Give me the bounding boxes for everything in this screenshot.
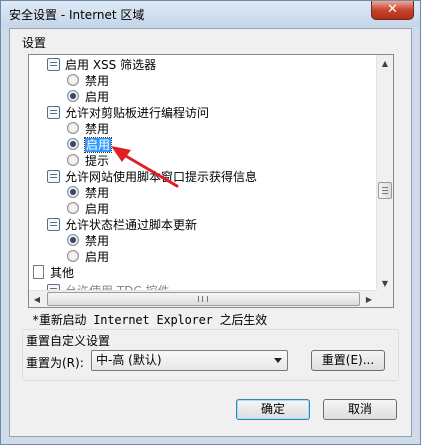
restart-note: *重新启动 Internet Explorer 之后生效: [32, 313, 267, 327]
document-icon: [33, 265, 44, 279]
section-label: 其他: [50, 266, 75, 280]
radio-button-selected-icon: [67, 138, 79, 150]
radio-label: 启用: [85, 90, 110, 104]
radio-button-icon: [67, 122, 79, 134]
section-other: 其他: [33, 265, 74, 281]
scroll-right-icon: ▶: [365, 295, 373, 304]
radio-button-icon: [67, 202, 79, 214]
setting-icon: [47, 58, 60, 71]
setting-label: 允许状态栏通过脚本更新: [65, 218, 198, 232]
vertical-scrollbar[interactable]: ▲ ▼: [376, 55, 393, 292]
setting-label: 允许对剪贴板进行编程访问: [65, 106, 210, 120]
settings-tree[interactable]: 启用 XSS 筛选器 禁用 启用 允许对剪贴板进行编程访问 禁用 启用 提示 允…: [28, 54, 394, 308]
radio-status-bar-disable[interactable]: 禁用: [67, 233, 109, 249]
radio-label: 启用: [85, 250, 110, 264]
scroll-down-icon: ▼: [381, 279, 389, 288]
security-level-dropdown[interactable]: 中-高 (默认): [91, 350, 288, 371]
setting-script-prompt: 允许网站使用脚本窗口提示获得信息: [47, 169, 257, 185]
setting-clipboard-access: 允许对剪贴板进行编程访问: [47, 105, 209, 121]
chevron-down-icon: [274, 358, 282, 363]
scroll-left-button[interactable]: ◀: [29, 291, 45, 307]
radio-xss-disable[interactable]: 禁用: [67, 73, 109, 89]
setting-icon: [47, 218, 60, 231]
setting-status-bar-script: 允许状态栏通过脚本更新: [47, 217, 197, 233]
dropdown-value: 中-高 (默认): [96, 353, 162, 367]
reset-button[interactable]: 重置(E)...: [311, 350, 385, 371]
radio-button-icon: [67, 250, 79, 262]
radio-script-prompt-disable[interactable]: 禁用: [67, 185, 109, 201]
scroll-right-button[interactable]: ▶: [361, 291, 377, 307]
scrollbar-corner: [376, 290, 393, 307]
window-title: 安全设置 - Internet 区域: [9, 8, 145, 22]
horizontal-scrollbar[interactable]: ◀ ▶: [29, 290, 378, 307]
radio-button-icon: [67, 74, 79, 86]
radio-label: 提示: [85, 154, 110, 168]
settings-group-label: 设置: [22, 36, 47, 50]
reset-custom-settings-group: 重置自定义设置 重置为(R): 中-高 (默认) 重置(E)...: [22, 329, 399, 381]
dialog-body: 设置 启用 XSS 筛选器 禁用 启用 允许对剪贴板进行编程访问 禁用 启用 提…: [9, 28, 412, 437]
radio-button-icon: [67, 154, 79, 166]
radio-button-selected-icon: [67, 90, 79, 102]
setting-icon: [47, 170, 60, 183]
settings-tree-content: 启用 XSS 筛选器 禁用 启用 允许对剪贴板进行编程访问 禁用 启用 提示 允…: [29, 55, 378, 292]
radio-status-bar-enable[interactable]: 启用: [67, 249, 109, 265]
radio-label: 禁用: [85, 122, 110, 136]
radio-button-selected-icon: [67, 186, 79, 198]
scroll-up-button[interactable]: ▲: [377, 55, 393, 72]
reset-for-label: 重置为(R):: [26, 356, 84, 370]
radio-label-focused: 启用: [83, 137, 113, 153]
scroll-up-icon: ▲: [381, 59, 389, 68]
radio-clipboard-prompt[interactable]: 提示: [67, 153, 109, 169]
radio-label: 启用: [85, 202, 110, 216]
radio-script-prompt-enable[interactable]: 启用: [67, 201, 109, 217]
close-button[interactable]: ✕: [371, 1, 414, 20]
setting-label: 允许网站使用脚本窗口提示获得信息: [65, 170, 258, 184]
close-icon: ✕: [387, 2, 398, 17]
radio-xss-enable[interactable]: 启用: [67, 89, 109, 105]
radio-label: 禁用: [85, 74, 110, 88]
radio-label: 禁用: [85, 234, 110, 248]
radio-clipboard-disable[interactable]: 禁用: [67, 121, 109, 137]
setting-xss-filter: 启用 XSS 筛选器: [47, 57, 156, 73]
radio-button-selected-icon: [67, 234, 79, 246]
vertical-scroll-thumb[interactable]: [378, 182, 392, 199]
setting-icon: [47, 106, 60, 119]
radio-clipboard-enable[interactable]: 启用: [67, 137, 113, 153]
setting-label: 启用 XSS 筛选器: [65, 58, 157, 72]
reset-group-title: 重置自定义设置: [26, 334, 111, 348]
cancel-button[interactable]: 取消: [323, 399, 397, 420]
horizontal-scroll-thumb[interactable]: [47, 292, 360, 306]
grip-icon: [198, 296, 208, 302]
ok-button[interactable]: 确定: [236, 399, 310, 420]
radio-label: 禁用: [85, 186, 110, 200]
title-bar[interactable]: 安全设置 - Internet 区域 ✕: [1, 1, 420, 27]
security-settings-window: 安全设置 - Internet 区域 ✕ 设置 启用 XSS 筛选器 禁用 启用: [0, 0, 421, 445]
scroll-left-icon: ◀: [33, 295, 41, 304]
